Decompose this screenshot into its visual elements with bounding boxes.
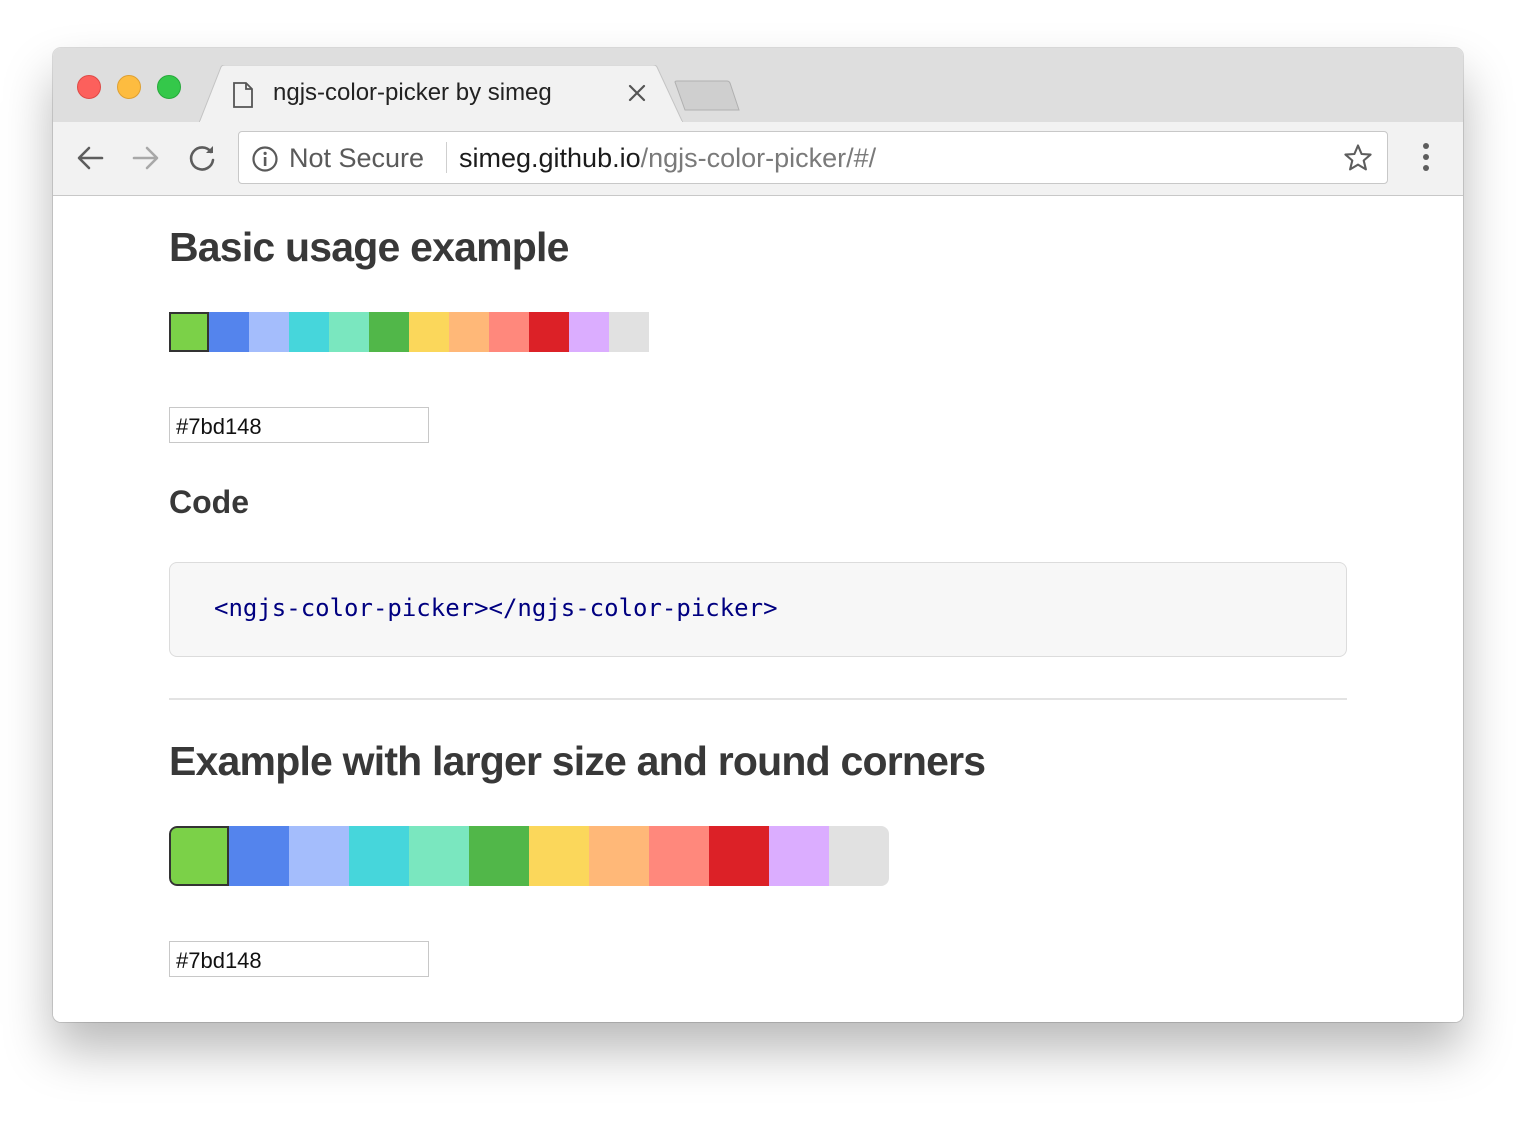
color-swatch[interactable] [649,826,709,886]
color-picker-large [169,826,889,886]
url-host: simeg.github.io [459,143,641,173]
address-bar[interactable]: Not Secure simeg.github.io/ngjs-color-pi… [238,131,1388,184]
code-block: <ngjs-color-picker></ngjs-color-picker> [169,562,1347,657]
larger-example-heading: Example with larger size and round corne… [169,738,986,784]
section-divider [169,698,1347,700]
window-minimize-button[interactable] [117,75,141,99]
back-arrow-icon[interactable] [75,143,105,173]
info-icon[interactable] [251,145,279,178]
color-swatch[interactable] [169,826,229,886]
color-swatch[interactable] [369,312,409,352]
color-swatch[interactable] [289,826,349,886]
color-picker-basic [169,312,649,352]
more-vertical-icon[interactable] [1416,142,1436,177]
color-swatch[interactable] [609,312,649,352]
page-content: Basic usage example Code <ngjs-color-pic… [53,196,1463,1022]
color-swatch[interactable] [709,826,769,886]
code-heading: Code [169,484,249,520]
color-swatch[interactable] [569,312,609,352]
color-swatch[interactable] [449,312,489,352]
color-swatch[interactable] [329,312,369,352]
security-label[interactable]: Not Secure [289,143,424,174]
window-close-button[interactable] [77,75,101,99]
browser-window: ngjs-color-picker by simeg Not Secure si… [53,48,1463,1022]
tab-title: ngjs-color-picker by simeg [273,79,552,106]
color-swatch[interactable] [529,312,569,352]
new-tab-button[interactable] [673,80,741,112]
address-separator [446,142,447,173]
reload-icon[interactable] [187,143,217,173]
color-value-input-basic[interactable] [169,407,429,443]
color-swatch[interactable] [349,826,409,886]
url-path: /ngjs-color-picker/#/ [640,143,877,173]
code-snippet: <ngjs-color-picker></ngjs-color-picker> [214,594,778,622]
color-value-input-large[interactable] [169,941,429,977]
color-swatch[interactable] [409,312,449,352]
color-swatch[interactable] [489,312,529,352]
forward-arrow-icon[interactable] [131,143,161,173]
color-swatch[interactable] [169,312,209,352]
url-text[interactable]: simeg.github.io/ngjs-color-picker/#/ [459,143,876,174]
color-swatch[interactable] [589,826,649,886]
color-swatch[interactable] [229,826,289,886]
color-swatch[interactable] [289,312,329,352]
page-icon [233,82,253,113]
color-swatch[interactable] [769,826,829,886]
close-icon[interactable] [627,83,647,103]
color-swatch[interactable] [209,312,249,352]
color-swatch[interactable] [249,312,289,352]
tab-strip: ngjs-color-picker by simeg [53,48,1463,123]
color-swatch[interactable] [409,826,469,886]
basic-usage-heading: Basic usage example [169,224,569,270]
star-icon[interactable] [1343,143,1373,178]
color-swatch[interactable] [829,826,889,886]
color-swatch[interactable] [529,826,589,886]
color-swatch[interactable] [469,826,529,886]
browser-toolbar: Not Secure simeg.github.io/ngjs-color-pi… [53,122,1463,196]
window-maximize-button[interactable] [157,75,181,99]
active-tab[interactable]: ngjs-color-picker by simeg [199,65,691,123]
